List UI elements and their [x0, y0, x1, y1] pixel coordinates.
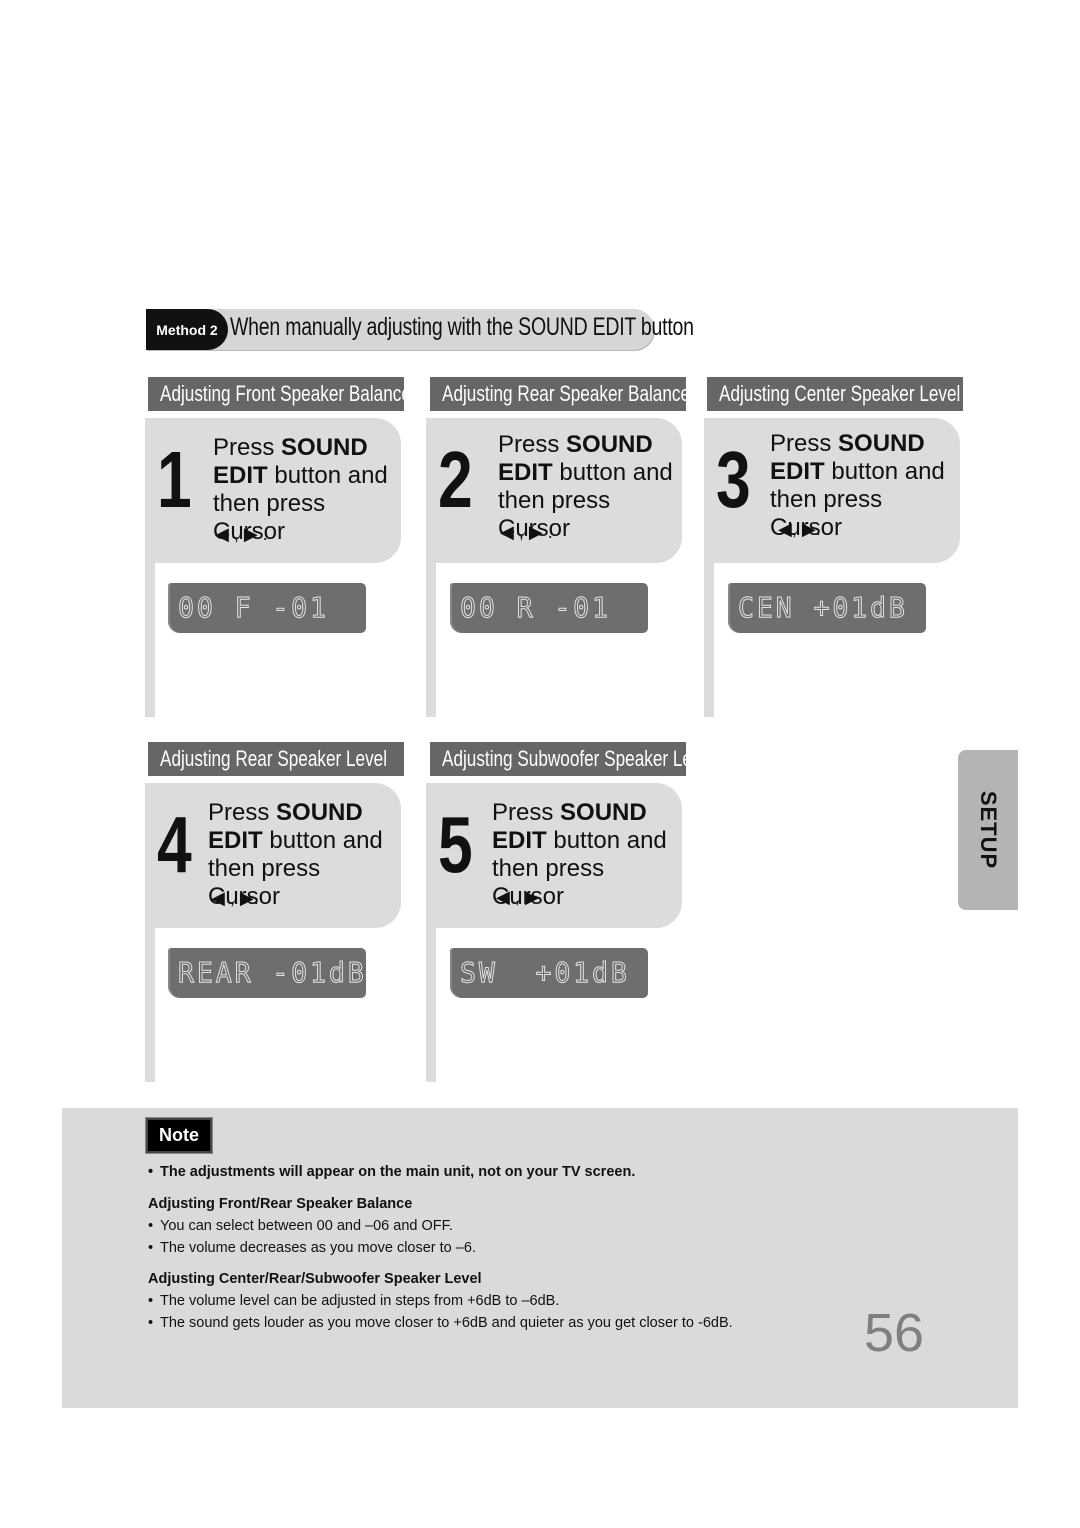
- lcd-display-front-balance: 00 F -01: [168, 583, 366, 633]
- instr-bold-text: EDIT: [498, 459, 553, 486]
- page-number: 56: [864, 1303, 925, 1363]
- section-header-text: Adjusting Subwoofer Speaker Level: [442, 746, 686, 771]
- cursor-left-right-icon: ◀, ▶.: [778, 519, 821, 539]
- step-card-2: 2 Press SOUND EDIT button and then press…: [426, 418, 682, 718]
- bullet-icon: •: [148, 1218, 154, 1234]
- instr-text: button and: [262, 827, 383, 854]
- lcd-display-center-level: CEN +01dB: [728, 583, 926, 633]
- section-header-text: Adjusting Rear Speaker Balance: [442, 381, 686, 406]
- step-number: 4: [157, 800, 192, 889]
- method-title: When manually adjusting with the SOUND E…: [230, 313, 694, 341]
- note-list-item: • You can select between 00 and –06 and O…: [148, 1218, 453, 1234]
- instr-bold-text: EDIT: [492, 827, 547, 854]
- cursor-left-right-icon: ◀ , ▶ .: [215, 524, 268, 544]
- instr-bold-text: EDIT: [770, 458, 825, 485]
- lcd-display-subwoofer-level: SW +01dB: [450, 948, 648, 998]
- note-group1-title: Adjusting Front/Rear Speaker Balance: [148, 1196, 413, 1212]
- note-text: You can select between 00 and –06 and OF…: [160, 1218, 453, 1234]
- instr-text: button and: [546, 827, 667, 854]
- section-header-subwoofer-level: Adjusting Subwoofer Speaker Level: [430, 742, 686, 776]
- lcd-text: 00 R -01: [460, 591, 611, 625]
- section-header-rear-balance: Adjusting Rear Speaker Balance: [430, 377, 686, 411]
- lcd-text: CEN +01dB: [738, 591, 908, 625]
- instr-bold-text: SOUND: [838, 430, 925, 457]
- step-card-rail: [704, 563, 714, 717]
- lcd-text: 00 F -01: [178, 591, 329, 625]
- instr-text: Press: [498, 431, 567, 458]
- note-text: The volume decreases as you move closer …: [160, 1240, 476, 1256]
- instr-bold-text: SOUND: [281, 434, 368, 461]
- step-card-1: 1 Press SOUND EDIT button and then press…: [145, 418, 401, 718]
- note-list-item: • The volume level can be adjusted in ste…: [148, 1293, 559, 1309]
- section-header-text: Adjusting Center Speaker Level: [719, 381, 961, 406]
- section-header-rear-level: Adjusting Rear Speaker Level: [148, 742, 404, 776]
- note-text: The adjustments will appear on the main …: [160, 1164, 636, 1180]
- step-card-4: 4 Press SOUND EDIT button and then press…: [145, 783, 401, 1083]
- lcd-text: REAR -01dB: [178, 956, 367, 990]
- setup-side-tab: SETUP: [958, 750, 1018, 910]
- note-group2-title: Adjusting Center/Rear/Subwoofer Speaker …: [148, 1271, 482, 1287]
- step-card-5: 5 Press SOUND EDIT button and then press…: [426, 783, 682, 1083]
- lcd-text: SW +01dB: [460, 956, 630, 990]
- instr-text: button and: [824, 458, 945, 485]
- method-badge: Method 2: [146, 309, 228, 350]
- bullet-icon: •: [148, 1240, 154, 1256]
- note-list-item: • The sound gets louder as you move close…: [148, 1315, 733, 1331]
- instr-bold-text: SOUND: [560, 799, 647, 826]
- instr-bold-text: SOUND: [276, 799, 363, 826]
- instr-bold-text: EDIT: [213, 462, 268, 489]
- instr-text: button and: [267, 462, 388, 489]
- section-header-text: Adjusting Rear Speaker Level: [160, 746, 388, 771]
- cursor-left-right-icon: ◀ , ▶ .: [500, 522, 553, 542]
- lcd-display-rear-balance: 00 R -01: [450, 583, 648, 633]
- method-banner: Method 2 When manually adjusting with th…: [146, 309, 694, 350]
- step-card-rail: [145, 563, 155, 717]
- note-text: The sound gets louder as you move closer…: [160, 1315, 733, 1331]
- instr-text: Press: [213, 434, 282, 461]
- instr-bold-text: SOUND: [566, 431, 653, 458]
- lcd-display-rear-level: REAR -01dB: [168, 948, 366, 998]
- note-list-item: • The volume decreases as you move closer…: [148, 1240, 476, 1256]
- bullet-icon: •: [148, 1315, 154, 1331]
- step-number: 1: [157, 435, 192, 524]
- step-card-3: 3 Press SOUND EDIT button and then press…: [704, 418, 960, 718]
- step-card-rail: [426, 563, 436, 717]
- instr-bold-text: EDIT: [208, 827, 263, 854]
- section-header-text: Adjusting Front Speaker Balance: [160, 381, 404, 406]
- step-card-rail: [426, 928, 436, 1082]
- instr-text: Press: [492, 799, 561, 826]
- step-number: 5: [438, 800, 473, 889]
- cursor-left-right-icon: ◀ , ▶.: [211, 888, 259, 908]
- section-header-front-balance: Adjusting Front Speaker Balance: [148, 377, 404, 411]
- bullet-icon: •: [148, 1293, 154, 1309]
- note-main-bullet: • The adjustments will appear on the main…: [148, 1164, 635, 1180]
- instr-text: button and: [552, 459, 673, 486]
- note-badge: Note: [146, 1118, 212, 1153]
- step-card-rail: [145, 928, 155, 1082]
- cursor-left-right-icon: ◀ , ▶ .: [496, 887, 549, 907]
- bullet-icon: •: [148, 1164, 154, 1180]
- step-number: 3: [716, 435, 751, 524]
- note-panel: Note • The adjustments will appear on the…: [62, 1108, 1018, 1408]
- setup-tab-label: SETUP: [976, 790, 1001, 870]
- instr-text: Press: [208, 799, 277, 826]
- instr-text: Press: [770, 430, 839, 457]
- note-text: The volume level can be adjusted in step…: [160, 1293, 560, 1309]
- section-header-center-level: Adjusting Center Speaker Level: [707, 377, 963, 411]
- step-number: 2: [438, 435, 473, 524]
